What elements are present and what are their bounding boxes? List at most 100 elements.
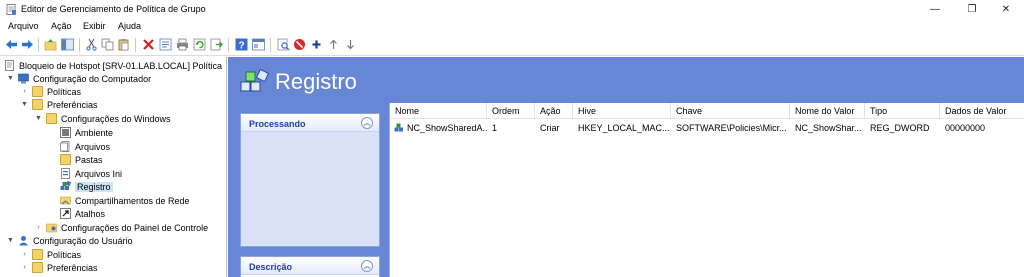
toolbar-separator — [228, 38, 229, 52]
tree-item-ini-files[interactable]: Arquivos Ini — [60, 167, 122, 180]
print-icon[interactable] — [176, 38, 189, 51]
delete-icon[interactable] — [142, 38, 155, 51]
policy-document-icon — [5, 60, 14, 71]
tree-item-environment[interactable]: Ambiente — [60, 126, 113, 139]
tree-item-user-policies[interactable]: › Políticas — [20, 248, 81, 261]
menu-ajuda[interactable]: Ajuda — [118, 21, 141, 31]
column-header-chave[interactable]: Chave — [671, 103, 790, 119]
collapse-description-icon[interactable]: ︽ — [361, 260, 373, 272]
stop-icon[interactable] — [293, 38, 306, 51]
console-tree: Bloqueio de Hotspot [SRV-01.LAB.LOCAL] P… — [0, 57, 227, 277]
column-header-hive[interactable]: Hive — [573, 103, 671, 119]
chevron-right-icon[interactable]: › — [34, 223, 43, 232]
filter-icon[interactable] — [277, 38, 290, 51]
tree-label: Configuração do Usuário — [33, 235, 133, 246]
back-icon[interactable] — [5, 38, 18, 51]
help-icon[interactable]: ? — [235, 38, 248, 51]
chevron-right-icon[interactable]: › — [20, 87, 29, 96]
view-icon[interactable] — [252, 38, 265, 51]
folder-icon — [60, 154, 71, 165]
column-header-acao[interactable]: Ação — [535, 103, 573, 119]
files-icon — [60, 141, 70, 152]
chevron-down-icon[interactable]: ▼ — [6, 236, 15, 245]
tree-item-windows-settings[interactable]: ▼ Configurações do Windows — [34, 112, 171, 125]
paste-icon[interactable] — [117, 38, 130, 51]
toolbar: ? — [0, 34, 1024, 56]
cell-value-data: 00000000 — [945, 123, 986, 133]
svg-text:?: ? — [238, 41, 244, 52]
chevron-down-icon[interactable]: ▼ — [20, 100, 29, 109]
tree-item-shortcuts[interactable]: Atalhos — [60, 207, 105, 220]
menu-acao[interactable]: Ação — [51, 21, 72, 31]
column-header-nome-do-valor[interactable]: Nome do Valor — [790, 103, 865, 119]
folder-icon — [46, 113, 57, 124]
processing-panel-body — [241, 132, 379, 246]
tree-item-folders[interactable]: Pastas — [60, 153, 103, 166]
tree-item-preferences[interactable]: ▼ Preferências — [20, 98, 98, 111]
folder-icon — [32, 99, 43, 110]
environment-icon — [60, 127, 71, 138]
tree-item-registry[interactable]: Registro — [60, 180, 113, 193]
tree-item-user-config[interactable]: ▼ Configuração do Usuário — [6, 234, 133, 247]
policy-editor-icon — [6, 4, 16, 15]
move-down-icon[interactable] — [344, 38, 357, 51]
chevron-right-icon[interactable]: › — [20, 263, 29, 272]
processing-panel: Processando ︽ — [240, 113, 380, 247]
toolbar-separator — [135, 38, 136, 52]
tree-item-computer-config[interactable]: ▼ Configuração do Computador — [6, 72, 151, 85]
column-header-ordem[interactable]: Ordem — [487, 103, 535, 119]
refresh-icon[interactable] — [193, 38, 206, 51]
registry-items-list: Nome Ordem Ação Hive Chave Nome do Valor… — [389, 103, 1024, 277]
export-icon[interactable] — [210, 38, 223, 51]
show-tree-icon[interactable] — [61, 38, 74, 51]
up-folder-icon[interactable] — [44, 38, 57, 51]
tree-label: Políticas — [47, 86, 82, 97]
description-panel: Descrição ︽ — [240, 256, 380, 277]
toolbar-separator — [270, 38, 271, 52]
chevron-down-icon[interactable]: ▼ — [6, 74, 15, 83]
minimize-button[interactable]: — — [920, 0, 950, 19]
title-bar[interactable]: Editor de Gerenciamento de Política de G… — [0, 0, 1024, 19]
chevron-right-icon[interactable]: › — [20, 250, 29, 259]
registry-large-icon — [240, 69, 270, 92]
move-up-icon[interactable] — [327, 38, 340, 51]
tree-label: Atalhos — [75, 208, 106, 219]
add-icon[interactable] — [310, 38, 323, 51]
copy-icon[interactable] — [101, 38, 114, 51]
tree-label: Configurações do Windows — [61, 113, 171, 124]
tree-item-user-preferences[interactable]: › Preferências — [20, 261, 98, 274]
tree-item-root[interactable]: Bloqueio de Hotspot [SRV-01.LAB.LOCAL] P… — [4, 59, 222, 72]
properties-icon[interactable] — [159, 38, 172, 51]
forward-icon[interactable] — [21, 38, 34, 51]
column-header-nome[interactable]: Nome — [390, 103, 487, 119]
cell-name: NC_ShowSharedA... — [407, 123, 487, 133]
tree-item-network-shares[interactable]: Compartilhamentos de Rede — [60, 194, 190, 207]
collapse-processing-icon[interactable]: ︽ — [361, 117, 373, 129]
restore-button[interactable]: ❐ — [957, 0, 987, 19]
description-panel-header[interactable]: Descrição ︽ — [241, 257, 379, 275]
tree-label: Preferências — [47, 262, 98, 273]
tree-item-policies[interactable]: › Políticas — [20, 85, 81, 98]
cell-hive: HKEY_LOCAL_MAC... — [578, 123, 670, 133]
ini-file-icon — [61, 168, 70, 179]
tree-item-files[interactable]: Arquivos — [60, 140, 110, 153]
registry-icon — [60, 181, 71, 190]
menu-exibir[interactable]: Exibir — [83, 21, 106, 31]
cell-value-name: NC_ShowShar... — [795, 123, 862, 133]
gpme-window: Editor de Gerenciamento de Política de G… — [0, 0, 1024, 277]
tree-label: Configuração do Computador — [33, 73, 152, 84]
close-button[interactable]: ✕ — [991, 0, 1021, 19]
column-header-dados-de-valor[interactable]: Dados de Valor — [940, 103, 1024, 119]
processing-panel-header[interactable]: Processando ︽ — [241, 114, 379, 132]
cell-action: Criar — [540, 123, 560, 133]
cell-type: REG_DWORD — [870, 123, 930, 133]
column-header-tipo[interactable]: Tipo — [865, 103, 940, 119]
cut-icon[interactable] — [85, 38, 98, 51]
chevron-down-icon[interactable]: ▼ — [34, 114, 43, 123]
folder-icon — [32, 86, 43, 97]
tree-item-control-panel[interactable]: › Configurações do Painel de Controle — [34, 221, 208, 234]
page-title: Registro — [275, 69, 357, 94]
shortcut-icon — [60, 208, 71, 219]
menu-arquivo[interactable]: Arquivo — [8, 21, 39, 31]
tree-label: Compartilhamentos de Rede — [75, 195, 190, 206]
